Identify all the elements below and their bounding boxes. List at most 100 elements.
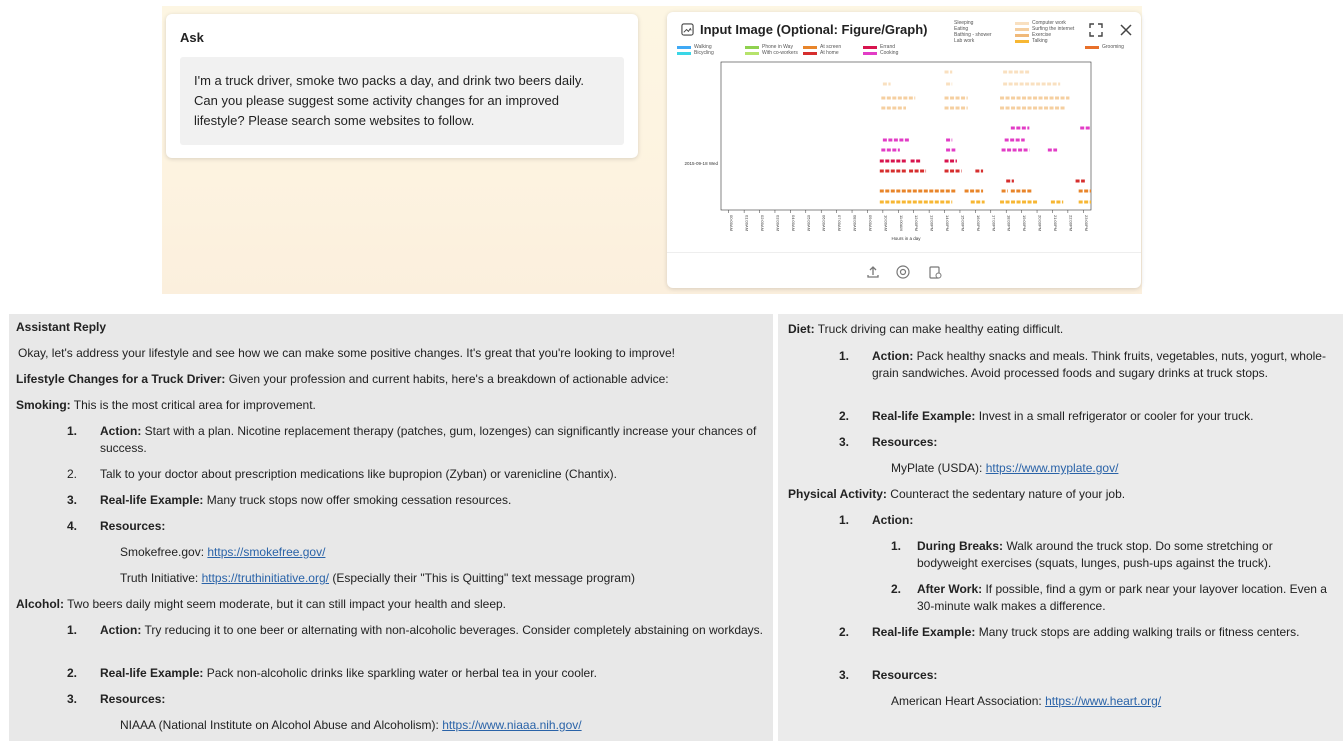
activity-example: Real-life Example: Many truck stops are … [872,624,1312,641]
activity-num-3: 3. [839,668,850,682]
alcohol-action: Action: Try reducing it to one beer or a… [100,622,765,639]
aha-link[interactable]: https://www.heart.org/ [1045,694,1161,708]
legend-swatch [937,21,951,25]
legend-item: With co-workers [745,50,798,56]
smoking-example-label: Real-life Example: [100,493,204,507]
x-tick-label: 23:00PM [1084,215,1089,231]
legend-swatch [1015,39,1029,43]
niaaa-name: NIAAA (National Institute on Alcohol Abu… [120,718,443,732]
diet-num-3: 3. [839,435,850,449]
alcohol-text: Two beers daily might seem moderate, but… [64,597,507,611]
x-tick-label: 19:00PM [1022,215,1027,231]
activity-example-label: Real-life Example: [872,625,976,639]
image-toolbar [667,252,1141,288]
lifestyle-label: Lifestyle Changes for a Truck Driver: [16,372,226,386]
activity-line: Physical Activity: Counteract the sedent… [788,486,1125,503]
truth-link[interactable]: https://truthinitiative.org/ [202,571,329,585]
smoking-action-label: Action: [100,424,142,438]
x-tick-label: 20:00PM [1038,215,1043,231]
alcohol-resources-label: Resources: [100,692,166,706]
x-tick-label: 09:00AM [868,215,873,231]
upload-icon[interactable] [865,264,881,280]
legend-item: Bicycling [677,50,714,56]
clipboard-icon[interactable] [927,264,943,280]
close-icon[interactable] [1117,22,1135,40]
activity-afterwork: After Work: If possible, find a gym or p… [917,581,1327,615]
x-tick-label: 07:00AM [837,215,842,231]
diet-action: Action: Pack healthy snacks and meals. T… [872,348,1332,382]
niaaa-resource: NIAAA (National Institute on Alcohol Abu… [120,717,582,734]
x-tick-label: 03:00AM [775,215,780,231]
smoking-action: Action: Start with a plan. Nicotine repl… [100,423,765,457]
smoking-num-3: 3. [67,493,78,507]
smoking-resources-label: Resources: [100,519,166,533]
assistant-reply-right: Diet: Truck driving can make healthy eat… [778,314,1343,741]
input-image-panel: 00:00AM 01:00AM 02:00AM 03:00AM 04:00AM 05:00… [667,12,1141,288]
activity-example-text: Many truck stops are adding walking trai… [975,625,1300,639]
x-axis-label: Hours in a day [891,236,921,241]
afterwork-label: After Work: [917,582,983,596]
ask-card: Ask I'm a truck driver, smoke two packs … [166,14,638,158]
legend-swatch [863,51,877,55]
x-tick-label: 05:00AM [806,215,811,231]
legend-swatch [863,45,877,49]
reply-intro: Okay, let's address your lifestyle and s… [18,346,675,360]
smokefree-link[interactable]: https://smokefree.gov/ [207,545,325,559]
camera-icon[interactable] [895,264,911,280]
image-frame-icon [681,23,694,36]
smokefree-resource: Smokefree.gov: https://smokefree.gov/ [120,544,325,561]
x-tick-label: 18:00PM [1007,215,1012,231]
legend-label: Talking [1032,38,1048,44]
activity-label: Physical Activity: [788,487,887,501]
activity-num-2: 2. [839,625,850,639]
image-panel-title: Input Image (Optional: Figure/Graph) [700,22,928,37]
x-tick-label: 21:00PM [1053,215,1058,231]
legend-label: Cooking [880,50,899,56]
chart-plot-area [720,61,1092,211]
alcohol-label: Alcohol: [16,597,64,611]
ask-title: Ask [180,30,204,45]
lifestyle-text: Given your profession and current habits… [225,372,669,386]
legend-swatch [937,33,951,37]
myplate-resource: MyPlate (USDA): https://www.myplate.gov/ [891,460,1118,477]
smoking-num-2: 2. [67,467,78,481]
x-tick-label: 14:00PM [945,215,950,231]
smoking-action-text: Start with a plan. Nicotine replacement … [100,424,757,455]
image-panel-header: Input Image (Optional: Figure/Graph) [677,20,932,39]
diet-resources-label: Resources: [872,435,938,449]
legend-item: Talking [1015,38,1048,44]
alcohol-example: Real-life Example: Pack non-alcoholic dr… [100,665,597,682]
truth-name: Truth Initiative: [120,571,202,585]
diet-action-text: Pack healthy snacks and meals. Think fru… [872,349,1326,380]
diet-num-2: 2. [839,409,850,423]
myplate-link[interactable]: https://www.myplate.gov/ [986,461,1119,475]
reply-heading: Assistant Reply [16,320,107,334]
legend-swatch [937,27,951,31]
diet-example: Real-life Example: Invest in a small ref… [872,408,1253,425]
legend-swatch [1085,45,1099,49]
legend-item: Grooming [1085,44,1124,50]
smokefree-name: Smokefree.gov: [120,545,208,559]
niaaa-link[interactable]: https://www.niaaa.nih.gov/ [442,718,581,732]
x-tick-label: 08:00AM [853,215,858,231]
question-input[interactable]: I'm a truck driver, smoke two packs a da… [180,57,624,145]
legend-label: At home [820,50,839,56]
alcohol-action-text: Try reducing it to one beer or alternati… [141,623,764,637]
legend-label: Bicycling [694,50,714,56]
legend-swatch [803,45,817,49]
y-tick-label: 2015-09-18 Wed [685,161,719,166]
fullscreen-icon[interactable] [1087,22,1105,40]
legend-swatch [677,51,691,55]
x-tick-label: 13:00PM [930,215,935,231]
legend-label: Grooming [1102,44,1124,50]
x-tick-label: 10:00AM [883,215,888,231]
legend-label: With co-workers [762,50,798,56]
smoking-label: Smoking: [16,398,71,412]
diet-action-label: Action: [872,349,914,363]
legend-label: Lab work [954,38,975,44]
x-tick-label: 00:00AM [729,215,734,231]
aha-resource: American Heart Association: https://www.… [891,693,1161,710]
legend-swatch [677,45,691,49]
alcohol-example-text: Pack non-alcoholic drinks like sparkling… [203,666,597,680]
lifestyle-line: Lifestyle Changes for a Truck Driver: Gi… [16,371,669,388]
